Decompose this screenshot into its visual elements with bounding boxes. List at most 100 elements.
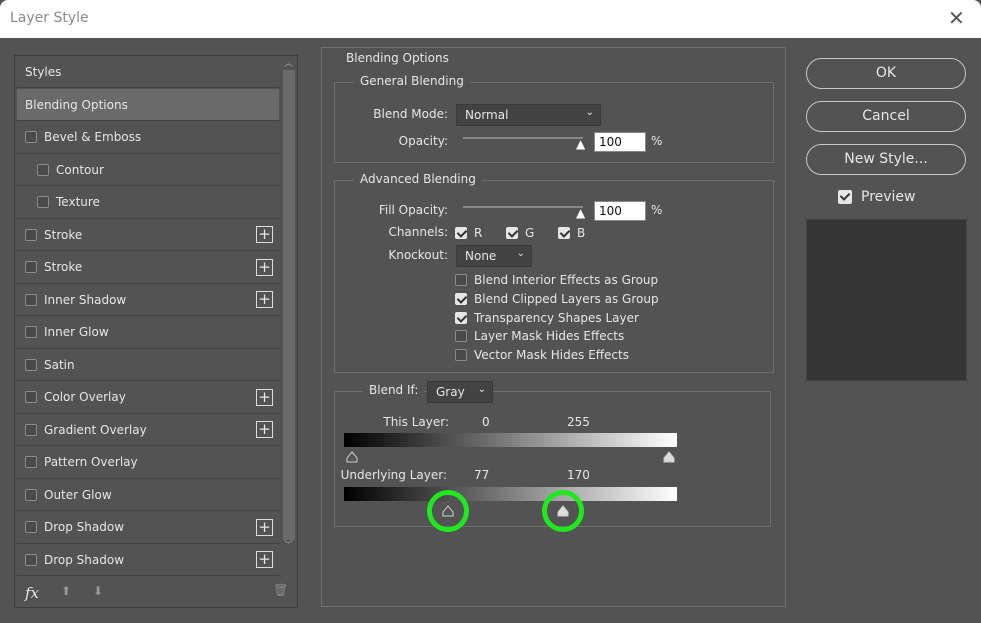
style-item-label: Gradient Overlay [44,422,147,437]
opacity-percent: % [651,134,663,148]
channel-b[interactable]: B [558,226,585,240]
add-effect-icon[interactable]: + [256,421,273,438]
channel-r[interactable]: R [455,226,482,240]
underlying-layer-gradient [344,487,677,501]
fx-icon[interactable]: fx [25,584,39,602]
fill-opacity-input[interactable]: 100 [594,201,646,221]
blend-if-value: Gray [436,385,465,399]
style-item[interactable]: Pattern Overlay [17,447,279,479]
style-checkbox[interactable] [37,163,49,176]
blending-options-title: Blending Options [340,51,455,65]
advanced-option-checkbox[interactable] [455,274,467,286]
blend-mode-value: Normal [465,108,509,122]
channel-r-label: R [474,226,483,240]
style-checkbox[interactable] [25,261,37,273]
style-item-label: Texture [56,195,100,209]
move-down-icon[interactable]: ⬇ [93,584,103,598]
style-checkbox[interactable] [25,391,37,403]
style-item-label: Drop Shadow [44,552,125,567]
style-checkbox[interactable] [25,131,37,143]
new-style-button[interactable]: New Style... [806,144,966,175]
style-item-label: Bevel & Emboss [44,130,142,144]
this-layer-black-handle[interactable] [346,451,358,463]
style-item[interactable]: Inner Shadow + [17,284,279,316]
chevron-down-icon: ⌄ [516,248,525,259]
fill-opacity-slider-handle[interactable]: ▲ [576,206,585,220]
add-effect-icon[interactable]: + [256,291,273,308]
style-item[interactable]: Stroke + [17,252,279,284]
advanced-option-checkbox[interactable] [455,330,467,343]
channels-label: Channels: [388,225,448,239]
style-item[interactable]: Texture [17,187,279,219]
cancel-button[interactable]: Cancel [806,101,966,132]
styles-header[interactable]: Styles [17,56,279,88]
style-item[interactable]: Bevel & Emboss [17,122,279,154]
add-effect-icon[interactable]: + [256,226,273,243]
styles-list: Styles Blending Options Bevel & Emboss Con… [14,55,298,608]
style-checkbox[interactable] [25,521,37,533]
advanced-option-checkbox[interactable] [455,349,467,362]
trash-icon[interactable]: 🗑 [273,583,288,597]
style-item[interactable]: Drop Shadow + [17,544,279,576]
advanced-option[interactable]: Transparency Shapes Layer [455,311,639,325]
advanced-option-label: Layer Mask Hides Effects [474,329,625,344]
style-checkbox[interactable] [25,358,37,371]
this-layer-low-value: 0 [482,415,490,429]
scrollbar[interactable]: ︿ ﹀ [281,56,296,551]
this-layer-white-handle[interactable] [663,451,675,463]
preview-label: Preview [861,189,916,205]
style-checkbox[interactable] [25,326,37,338]
blend-mode-label: Blend Mode: [373,107,448,121]
style-item[interactable]: Drop Shadow + [17,512,279,544]
add-effect-icon[interactable]: + [256,388,273,406]
channel-g[interactable]: G [506,226,534,240]
style-item[interactable]: Stroke + [17,219,279,251]
blend-mode-select[interactable]: Normal ⌄ [456,104,601,126]
style-item[interactable]: Outer Glow [17,479,279,511]
style-item[interactable]: Contour [17,154,279,186]
opacity-slider[interactable] [463,137,583,139]
ok-button[interactable]: OK [806,58,966,89]
style-checkbox[interactable] [25,456,37,468]
preview-toggle[interactable]: Preview [838,189,916,205]
add-effect-icon[interactable]: + [256,258,273,276]
scroll-down-icon[interactable]: ﹀ [284,538,293,551]
style-item[interactable]: Satin [17,349,279,381]
style-item[interactable]: Blending Options [17,89,279,121]
advanced-option[interactable]: Blend Interior Effects as Group [455,273,658,287]
add-effect-icon[interactable]: + [256,551,273,568]
style-item-label: Blending Options [25,97,128,112]
fill-opacity-label: Fill Opacity: [378,203,448,217]
style-item[interactable]: Gradient Overlay + [17,414,279,446]
channel-r-checkbox[interactable] [455,227,467,239]
style-checkbox[interactable] [25,488,37,501]
move-up-icon[interactable]: ⬆ [61,584,71,598]
channel-b-checkbox[interactable] [558,227,570,239]
style-item[interactable]: Color Overlay + [17,382,279,414]
fill-opacity-slider[interactable] [463,206,583,208]
knockout-select[interactable]: None ⌄ [456,245,532,267]
style-item[interactable]: Inner Glow [17,317,279,349]
style-checkbox[interactable] [25,553,37,566]
style-checkbox[interactable] [25,293,37,306]
style-checkbox[interactable] [25,228,37,241]
advanced-option-checkbox[interactable] [455,311,467,324]
advanced-option-label: Vector Mask Hides Effects [474,348,629,363]
add-effect-icon[interactable]: + [256,518,273,536]
advanced-option[interactable]: Blend Clipped Layers as Group [455,292,659,306]
style-checkbox[interactable] [25,423,37,436]
close-icon[interactable]: ✕ [948,6,965,30]
preview-checkbox[interactable] [838,190,852,204]
scroll-up-icon[interactable]: ︿ [284,56,293,69]
opacity-slider-handle[interactable]: ▲ [576,137,585,151]
opacity-input[interactable]: 100 [594,132,646,152]
underlying-high-value: 170 [567,468,590,482]
styles-header-label: Styles [25,64,62,79]
blend-if-select[interactable]: Gray ⌄ [427,381,493,403]
channel-g-checkbox[interactable] [506,227,518,239]
advanced-option-checkbox[interactable] [455,292,467,305]
advanced-option[interactable]: Layer Mask Hides Effects [455,329,624,343]
scrollbar-thumb[interactable] [283,70,295,540]
advanced-option[interactable]: Vector Mask Hides Effects [455,348,629,362]
style-checkbox[interactable] [37,196,49,208]
